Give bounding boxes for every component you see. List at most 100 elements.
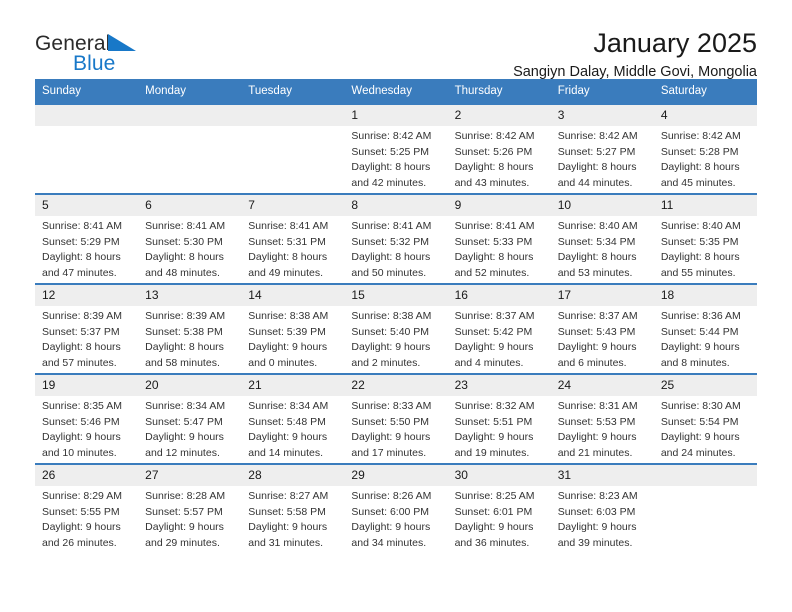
sunrise-text: Sunrise: 8:34 AM <box>145 400 226 413</box>
sunset-text: Sunset: 5:57 PM <box>145 505 223 518</box>
daylight-text: Daylight: 8 hours <box>454 161 534 174</box>
day-details: Sunrise: 8:38 AM Sunset: 5:40 PM Daylight:… <box>344 306 447 371</box>
day-details: Sunrise: 8:40 AM Sunset: 5:35 PM Daylight:… <box>654 216 757 281</box>
sunrise-text: Sunrise: 8:41 AM <box>351 220 432 233</box>
daylight-text-cont: and 31 minutes. <box>248 536 323 549</box>
sunrise-text: Sunrise: 8:27 AM <box>248 490 329 503</box>
sunrise-text: Sunrise: 8:28 AM <box>145 490 226 503</box>
daylight-text-cont: and 39 minutes. <box>557 536 633 549</box>
logo-word-general: General <box>35 32 111 55</box>
weekday-header-saturday: Saturday <box>653 79 757 105</box>
sunrise-text: Sunrise: 8:37 AM <box>557 310 638 323</box>
sunrise-text: Sunrise: 8:33 AM <box>351 400 432 413</box>
calendar-day-cell[interactable]: 27 Sunrise: 8:28 AM Sunset: 5:57 PM Dayligh… <box>138 463 242 555</box>
daylight-text: Daylight: 8 hours <box>660 161 740 174</box>
calendar-day-cell[interactable]: 25 Sunrise: 8:30 AM Sunset: 5:54 PM Dayligh… <box>653 373 757 465</box>
day-details: Sunrise: 8:42 AM Sunset: 5:26 PM Daylight:… <box>448 126 551 191</box>
daylight-text-cont: and 0 minutes. <box>248 356 318 369</box>
day-number: 6 <box>138 195 242 217</box>
day-number: 29 <box>344 465 448 487</box>
calendar-day-cell[interactable]: 14 Sunrise: 8:38 AM Sunset: 5:39 PM Dayligh… <box>241 283 345 375</box>
daylight-text-cont: and 10 minutes. <box>42 446 117 459</box>
calendar-day-cell[interactable]: 5 Sunrise: 8:41 AM Sunset: 5:29 PM Daylight… <box>35 193 139 285</box>
day-details: Sunrise: 8:41 AM Sunset: 5:32 PM Daylight:… <box>344 216 447 281</box>
day-number: 25 <box>653 375 757 397</box>
day-details: Sunrise: 8:35 AM Sunset: 5:46 PM Daylight:… <box>35 396 138 461</box>
calendar-day-cell[interactable]: 10 Sunrise: 8:40 AM Sunset: 5:34 PM Dayligh… <box>550 193 654 285</box>
sunrise-text: Sunrise: 8:40 AM <box>557 220 638 233</box>
sunset-text: Sunset: 5:26 PM <box>454 145 533 158</box>
calendar-day-cell[interactable]: 9 Sunrise: 8:41 AM Sunset: 5:33 PM Daylight… <box>447 193 551 285</box>
calendar-day-cell[interactable]: 4 Sunrise: 8:42 AM Sunset: 5:28 PM Daylight… <box>653 103 757 195</box>
daylight-text-cont: and 52 minutes. <box>454 266 530 279</box>
calendar-day-cell[interactable]: 16 Sunrise: 8:37 AM Sunset: 5:42 PM Dayligh… <box>447 283 551 375</box>
calendar-day-cell[interactable]: 20 Sunrise: 8:34 AM Sunset: 5:47 PM Dayligh… <box>138 373 242 465</box>
general-blue-logo: General Blue <box>35 33 138 74</box>
daylight-text: Daylight: 8 hours <box>248 251 328 264</box>
daylight-text-cont: and 6 minutes. <box>557 356 627 369</box>
calendar-day-cell[interactable]: 29 Sunrise: 8:26 AM Sunset: 6:00 PM Dayligh… <box>344 463 448 555</box>
daylight-text: Daylight: 8 hours <box>351 161 431 174</box>
day-details: Sunrise: 8:40 AM Sunset: 5:34 PM Daylight:… <box>551 216 654 281</box>
sunset-text: Sunset: 5:54 PM <box>660 415 739 428</box>
sunrise-text: Sunrise: 8:39 AM <box>42 310 122 323</box>
sunrise-text: Sunrise: 8:30 AM <box>660 400 741 413</box>
calendar-day-cell[interactable]: 23 Sunrise: 8:32 AM Sunset: 5:51 PM Dayligh… <box>447 373 551 465</box>
calendar-day-cell[interactable]: 26 Sunrise: 8:29 AM Sunset: 5:55 PM Dayligh… <box>35 463 139 555</box>
day-number: 23 <box>447 375 551 397</box>
day-number: 2 <box>447 105 551 127</box>
calendar-day-cell[interactable]: 13 Sunrise: 8:39 AM Sunset: 5:38 PM Dayligh… <box>138 283 242 375</box>
day-details <box>138 126 241 129</box>
daylight-text: Daylight: 9 hours <box>248 431 328 444</box>
calendar-day-cell[interactable]: 24 Sunrise: 8:31 AM Sunset: 5:53 PM Dayligh… <box>550 373 654 465</box>
calendar-day-cell[interactable]: 28 Sunrise: 8:27 AM Sunset: 5:58 PM Dayligh… <box>241 463 345 555</box>
calendar-day-cell-empty <box>138 103 242 195</box>
calendar-day-cell[interactable]: 22 Sunrise: 8:33 AM Sunset: 5:50 PM Dayligh… <box>344 373 448 465</box>
calendar-day-cell[interactable]: 31 Sunrise: 8:23 AM Sunset: 6:03 PM Dayligh… <box>550 463 654 555</box>
sunrise-text: Sunrise: 8:41 AM <box>42 220 122 233</box>
calendar-day-cell[interactable]: 7 Sunrise: 8:41 AM Sunset: 5:31 PM Daylight… <box>241 193 345 285</box>
calendar-day-cell[interactable]: 2 Sunrise: 8:42 AM Sunset: 5:26 PM Daylight… <box>447 103 551 195</box>
calendar-day-cell[interactable]: 3 Sunrise: 8:42 AM Sunset: 5:27 PM Daylight… <box>550 103 654 195</box>
calendar-day-cell[interactable]: 1 Sunrise: 8:42 AM Sunset: 5:25 PM Daylight… <box>344 103 448 195</box>
daylight-text-cont: and 50 minutes. <box>351 266 427 279</box>
sunset-text: Sunset: 5:28 PM <box>660 145 739 158</box>
sunrise-text: Sunrise: 8:38 AM <box>248 310 329 323</box>
daylight-text-cont: and 55 minutes. <box>660 266 736 279</box>
daylight-text-cont: and 14 minutes. <box>248 446 323 459</box>
sunset-text: Sunset: 5:50 PM <box>351 415 430 428</box>
calendar-day-cell-empty <box>241 103 345 195</box>
calendar-day-cell[interactable]: 6 Sunrise: 8:41 AM Sunset: 5:30 PM Daylight… <box>138 193 242 285</box>
calendar-day-cell[interactable]: 12 Sunrise: 8:39 AM Sunset: 5:37 PM Dayligh… <box>35 283 139 375</box>
calendar-day-cell[interactable]: 30 Sunrise: 8:25 AM Sunset: 6:01 PM Dayligh… <box>447 463 551 555</box>
day-number: 13 <box>138 285 242 307</box>
sunrise-text: Sunrise: 8:42 AM <box>351 130 432 143</box>
daylight-text: Daylight: 9 hours <box>145 431 224 444</box>
sunset-text: Sunset: 5:55 PM <box>42 505 120 518</box>
sunset-text: Sunset: 5:33 PM <box>454 235 533 248</box>
calendar-day-cell[interactable]: 18 Sunrise: 8:36 AM Sunset: 5:44 PM Dayligh… <box>653 283 757 375</box>
page-title: January 2025 <box>593 28 757 58</box>
calendar-day-cell[interactable]: 19 Sunrise: 8:35 AM Sunset: 5:46 PM Dayligh… <box>35 373 139 465</box>
day-number: 20 <box>138 375 242 397</box>
calendar-day-cell[interactable]: 17 Sunrise: 8:37 AM Sunset: 5:43 PM Dayligh… <box>550 283 654 375</box>
calendar-day-cell[interactable]: 11 Sunrise: 8:40 AM Sunset: 5:35 PM Dayligh… <box>653 193 757 285</box>
calendar-day-cell[interactable]: 15 Sunrise: 8:38 AM Sunset: 5:40 PM Dayligh… <box>344 283 448 375</box>
page-subtitle: Sangiyn Dalay, Middle Govi, Mongolia <box>513 64 757 81</box>
day-number: 9 <box>447 195 551 217</box>
daylight-text-cont: and 48 minutes. <box>145 266 220 279</box>
daylight-text: Daylight: 8 hours <box>557 161 637 174</box>
sunset-text: Sunset: 5:46 PM <box>42 415 120 428</box>
daylight-text: Daylight: 9 hours <box>660 431 740 444</box>
day-number: 11 <box>653 195 757 217</box>
calendar-day-cell[interactable]: 21 Sunrise: 8:34 AM Sunset: 5:48 PM Dayligh… <box>241 373 345 465</box>
day-number: 27 <box>138 465 242 487</box>
day-details: Sunrise: 8:32 AM Sunset: 5:51 PM Daylight:… <box>448 396 551 461</box>
day-number: 17 <box>550 285 654 307</box>
sunset-text: Sunset: 5:53 PM <box>557 415 636 428</box>
day-details: Sunrise: 8:38 AM Sunset: 5:39 PM Daylight:… <box>241 306 344 371</box>
calendar-day-cell[interactable]: 8 Sunrise: 8:41 AM Sunset: 5:32 PM Daylight… <box>344 193 448 285</box>
daylight-text: Daylight: 9 hours <box>248 521 328 534</box>
daylight-text-cont: and 47 minutes. <box>42 266 117 279</box>
daylight-text-cont: and 21 minutes. <box>557 446 633 459</box>
